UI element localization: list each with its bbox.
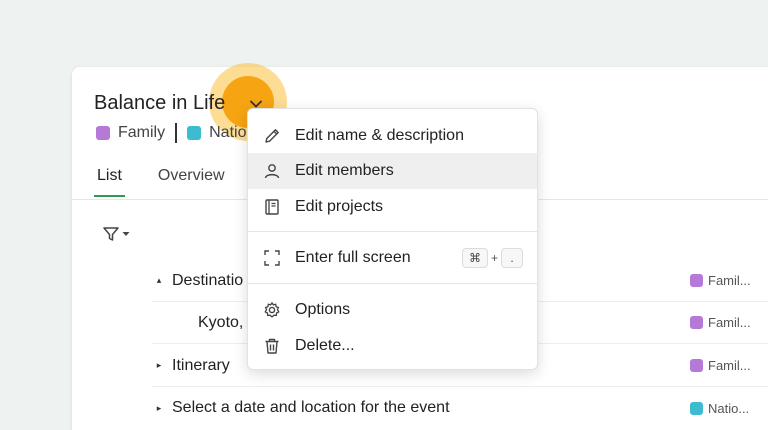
- expand-caret-icon[interactable]: ▸: [152, 403, 166, 414]
- tab-bar: List Overview: [94, 167, 258, 197]
- tag-label: Family: [118, 124, 166, 141]
- caret-down-icon: [122, 232, 130, 236]
- list-item-tag: Natio...: [690, 401, 749, 416]
- person-icon: [261, 160, 283, 182]
- title-row: Balance in Life: [94, 92, 225, 115]
- menu-item-edit-name[interactable]: Edit name & description: [248, 118, 537, 154]
- menu-item-label: Options: [295, 301, 351, 318]
- fullscreen-icon: [261, 247, 283, 269]
- tag-swatch: [690, 359, 703, 372]
- project-tags: Family Natio: [96, 123, 246, 143]
- shortcut-plus: +: [490, 251, 498, 265]
- list-item-label: Destinatio: [172, 271, 244, 289]
- list-item-tag: Famil...: [690, 273, 751, 288]
- menu-item-label: Delete...: [295, 337, 355, 354]
- tag-swatch: [96, 126, 110, 140]
- filter-button[interactable]: [102, 225, 130, 243]
- tag-family[interactable]: Family: [96, 124, 165, 142]
- collapse-caret-icon[interactable]: ▴: [152, 275, 166, 286]
- list-item-label: Itinerary: [172, 356, 230, 374]
- command-key: ⌘: [461, 248, 488, 268]
- list-item-tag: Famil...: [690, 358, 751, 373]
- pencil-icon: [261, 125, 283, 147]
- menu-item-options[interactable]: Options: [248, 292, 537, 328]
- menu-item-label: Enter full screen: [295, 249, 411, 266]
- tag-label: Natio...: [708, 400, 750, 416]
- menu-item-delete[interactable]: Delete...: [248, 328, 537, 364]
- tab-overview[interactable]: Overview: [155, 167, 228, 197]
- menu-divider: [248, 231, 537, 232]
- list-item-label: Select a date and location for the event: [172, 399, 450, 416]
- menu-item-edit-projects[interactable]: Edit projects: [248, 189, 537, 225]
- tab-list[interactable]: List: [94, 167, 125, 197]
- keyboard-shortcut: ⌘ + .: [461, 248, 523, 268]
- list-item[interactable]: ▸ Select a date and location for the eve…: [152, 387, 768, 429]
- project-context-menu: Edit name & description Edit members Edi…: [247, 108, 538, 370]
- tag-national[interactable]: Natio: [187, 124, 246, 142]
- menu-item-label: Edit projects: [295, 198, 384, 215]
- notebook-icon: [261, 196, 283, 218]
- list-item-tag: Famil...: [690, 315, 751, 330]
- tag-swatch: [690, 401, 703, 415]
- menu-item-label: Edit members: [295, 162, 394, 179]
- trash-icon: [261, 335, 283, 357]
- tag-separator: [175, 123, 178, 143]
- tag-label: Famil...: [708, 358, 751, 373]
- tag-label: Famil...: [708, 273, 751, 288]
- chevron-down-icon: [250, 100, 262, 108]
- tag-label: Natio: [209, 124, 247, 141]
- tag-swatch: [187, 126, 202, 140]
- menu-divider: [248, 283, 537, 284]
- filter-icon: [103, 227, 119, 241]
- tag-swatch: [690, 274, 703, 287]
- list-item-label: Kyoto,: [198, 313, 244, 331]
- menu-item-edit-members[interactable]: Edit members: [248, 153, 537, 189]
- project-title: Balance in Life: [94, 92, 226, 114]
- tag-label: Famil...: [708, 315, 751, 330]
- period-key: .: [501, 248, 523, 268]
- expand-caret-icon[interactable]: ▸: [152, 360, 166, 371]
- menu-item-full-screen[interactable]: Enter full screen ⌘ + .: [248, 240, 537, 276]
- gear-icon: [261, 299, 283, 321]
- tag-swatch: [690, 316, 703, 329]
- menu-item-label: Edit name & description: [295, 127, 464, 144]
